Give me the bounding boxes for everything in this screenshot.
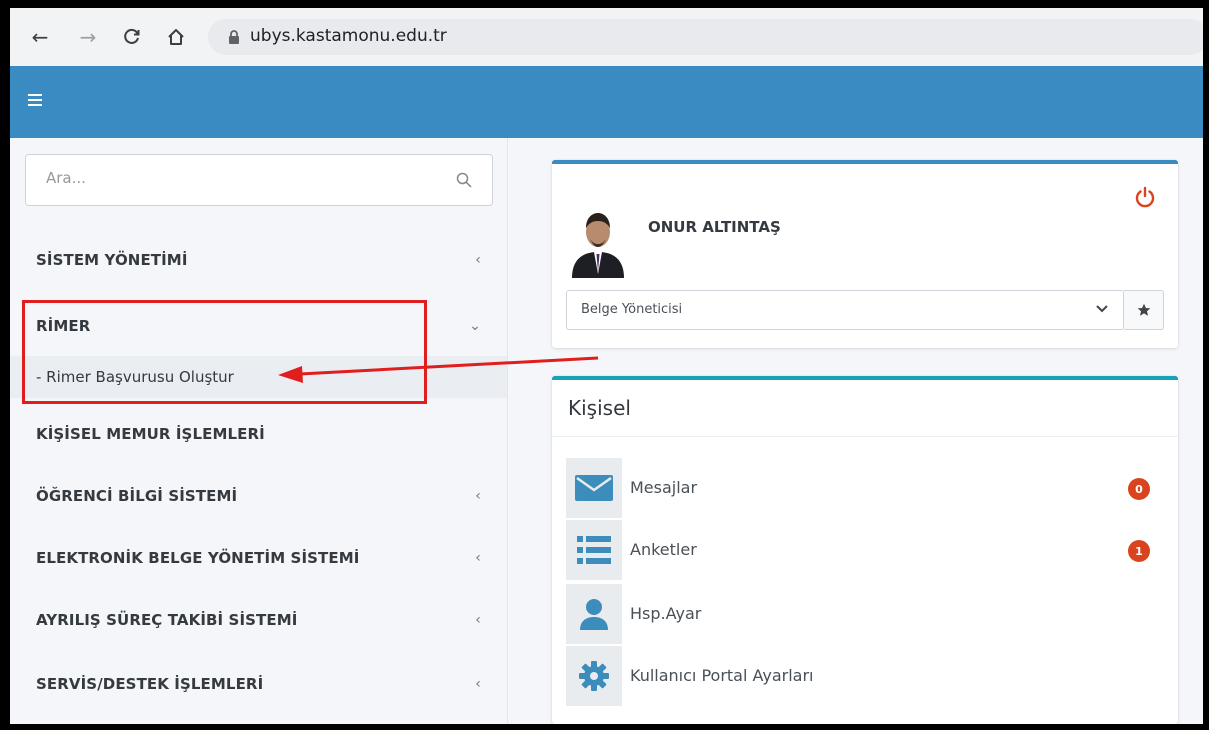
sidebar-item-sistem-yonetimi[interactable]: SİSTEM YÖNETİMİ ‹: [10, 230, 507, 290]
surveys-count-badge: 1: [1128, 540, 1150, 562]
forward-arrow-icon[interactable]: →: [76, 25, 100, 49]
icon-box: [566, 520, 622, 580]
role-select-value: Belge Yöneticisi: [581, 302, 683, 317]
surveys-row[interactable]: Anketler 1: [566, 520, 1164, 580]
main-content: ONUR ALTINTAŞ Belge Yöneticisi Kişisel M…: [508, 138, 1203, 724]
icon-box: [566, 458, 622, 518]
account-settings-row[interactable]: Hsp.Ayar: [566, 584, 1164, 644]
sidebar-search: [25, 154, 493, 206]
card-divider: [552, 436, 1178, 437]
favorite-star-button[interactable]: [1124, 290, 1164, 330]
user-icon: [580, 599, 608, 630]
chevron-left-icon: ‹: [475, 676, 481, 692]
lock-icon: [229, 30, 239, 44]
submenu-item-label: - Rimer Başvurusu Oluştur: [36, 368, 234, 386]
search-input[interactable]: [46, 169, 426, 187]
hamburger-menu-icon[interactable]: [28, 94, 42, 106]
envelope-icon: [575, 475, 613, 501]
personal-card-title: Kişisel: [568, 396, 631, 420]
sidebar-item-ogrenci-bilgi[interactable]: ÖĞRENCİ BİLGİ SİSTEMİ ‹: [10, 466, 507, 526]
avatar: [568, 200, 628, 278]
sidebar-item-label: KİŞİSEL MEMUR İŞLEMLERİ: [36, 425, 265, 443]
sidebar-item-label: ELEKTRONİK BELGE YÖNETİM SİSTEMİ: [36, 549, 360, 567]
sidebar-item-elektronik-belge[interactable]: ELEKTRONİK BELGE YÖNETİM SİSTEMİ ‹: [10, 528, 507, 588]
power-icon[interactable]: [1134, 186, 1156, 208]
chevron-down-icon: [1096, 305, 1108, 313]
role-select[interactable]: Belge Yöneticisi: [566, 290, 1124, 330]
sidebar-item-label: SİSTEM YÖNETİMİ: [36, 251, 188, 269]
app-header: [10, 66, 1203, 138]
reload-icon[interactable]: [120, 25, 144, 49]
sidebar-item-label: RİMER: [36, 317, 91, 335]
back-arrow-icon[interactable]: ←: [28, 25, 52, 49]
browser-toolbar: ← → ubys.kastamonu.edu.tr: [10, 8, 1203, 66]
user-card: ONUR ALTINTAŞ Belge Yöneticisi: [552, 160, 1178, 348]
portal-settings-row[interactable]: Kullanıcı Portal Ayarları: [566, 646, 1164, 706]
url-text: ubys.kastamonu.edu.tr: [250, 26, 447, 46]
sidebar-item-servis-destek[interactable]: SERVİS/DESTEK İŞLEMLERİ ‹: [10, 654, 507, 714]
chevron-left-icon: ‹: [475, 252, 481, 268]
account-settings-label: Hsp.Ayar: [630, 604, 702, 623]
icon-box: [566, 646, 622, 706]
messages-row[interactable]: Mesajlar 0: [566, 458, 1164, 518]
sidebar: SİSTEM YÖNETİMİ ‹ RİMER ⌄ - Rimer Başvur…: [10, 138, 508, 724]
sidebar-item-label: AYRILIŞ SÜREÇ TAKİBİ SİSTEMİ: [36, 611, 298, 629]
chevron-down-icon: ⌄: [469, 318, 481, 334]
portal-settings-label: Kullanıcı Portal Ayarları: [630, 666, 814, 685]
icon-box: [566, 584, 622, 644]
surveys-label: Anketler: [630, 540, 697, 559]
messages-count-badge: 0: [1128, 478, 1150, 500]
chevron-left-icon: ‹: [475, 488, 481, 504]
sidebar-item-label: SERVİS/DESTEK İŞLEMLERİ: [36, 675, 264, 693]
home-icon[interactable]: [164, 25, 188, 49]
sidebar-item-rimer[interactable]: RİMER ⌄: [10, 296, 507, 356]
list-icon: [577, 536, 611, 564]
sidebar-item-ayrilis-surec[interactable]: AYRILIŞ SÜREÇ TAKİBİ SİSTEMİ ‹: [10, 590, 507, 650]
gear-icon: [579, 661, 609, 691]
personal-card: Kişisel Mesajlar 0 Anketler 1 Hsp.Ayar K…: [552, 376, 1178, 724]
submenu-item-rimer-basvurusu[interactable]: - Rimer Başvurusu Oluştur: [10, 356, 507, 398]
chevron-left-icon: ‹: [475, 612, 481, 628]
messages-label: Mesajlar: [630, 478, 698, 497]
search-icon[interactable]: [456, 172, 472, 188]
screenshot-frame: ← → ubys.kastamonu.edu.tr SİSTEM YÖNETİM…: [10, 8, 1203, 724]
sidebar-item-kisisel-memur[interactable]: KİŞİSEL MEMUR İŞLEMLERİ: [10, 404, 507, 464]
star-icon: [1137, 303, 1150, 316]
chevron-left-icon: ‹: [475, 550, 481, 566]
user-name: ONUR ALTINTAŞ: [648, 218, 781, 236]
sidebar-item-label: ÖĞRENCİ BİLGİ SİSTEMİ: [36, 487, 238, 505]
